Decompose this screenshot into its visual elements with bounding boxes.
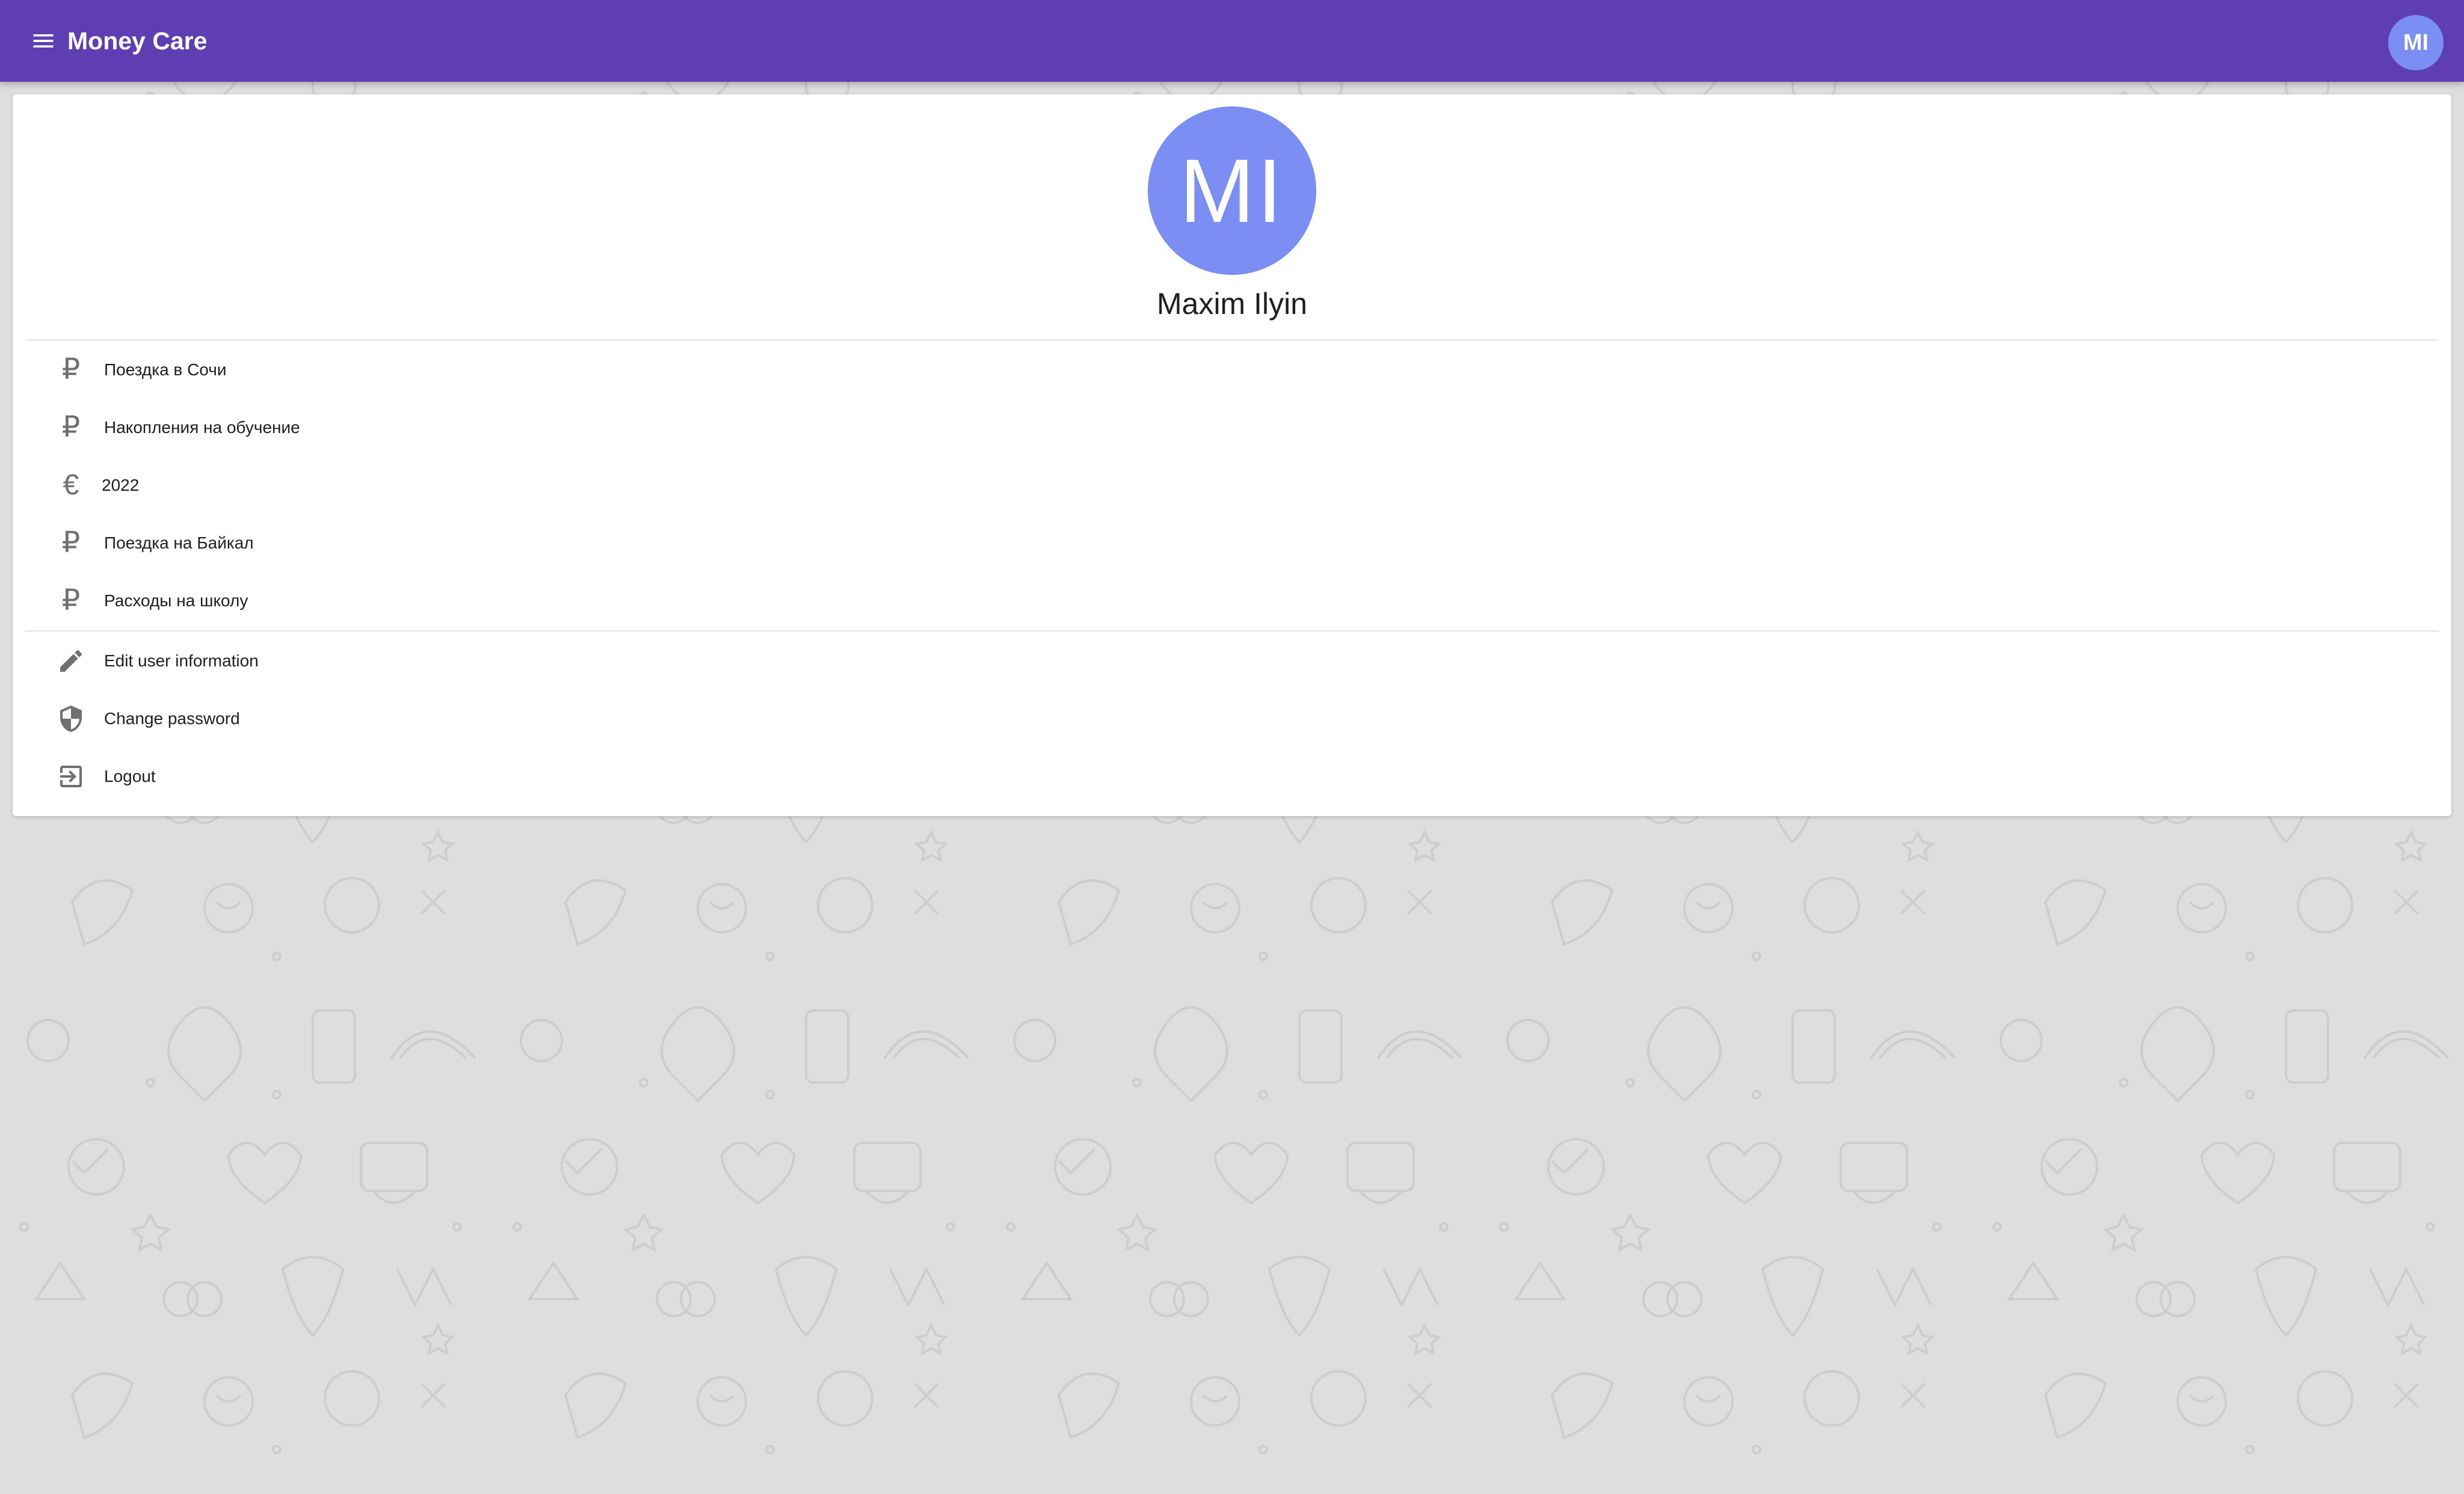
shield-icon <box>54 702 88 736</box>
edit-user-information-button[interactable]: Edit user information <box>25 632 2439 690</box>
account-item-label: Накопления на обучение <box>104 418 300 437</box>
ruble-icon: ₽ <box>61 411 81 443</box>
change-password-button[interactable]: Change password <box>25 690 2439 748</box>
account-item[interactable]: ₽ Поездка в Сочи <box>25 341 2439 399</box>
account-item[interactable]: € 2022 <box>25 456 2439 514</box>
ruble-icon: ₽ <box>61 585 81 616</box>
menu-button[interactable] <box>26 24 60 58</box>
menu-icon <box>33 34 54 48</box>
divider <box>25 339 2439 340</box>
account-item-label: Поездка в Сочи <box>104 360 227 379</box>
profile-avatar: MI <box>1148 106 1316 275</box>
pencil-icon <box>54 644 88 678</box>
account-item-label: Расходы на школу <box>104 591 248 610</box>
change-password-label: Change password <box>104 709 240 728</box>
divider <box>25 630 2439 632</box>
euro-icon: € <box>63 469 79 501</box>
logout-icon <box>54 760 88 793</box>
profile-card: MI Maxim Ilyin ₽ Поездка в Сочи ₽ Накопл… <box>13 94 2451 816</box>
account-item-label: Поездка на Байкал <box>104 533 254 552</box>
logout-button[interactable]: Logout <box>25 748 2439 805</box>
account-item[interactable]: ₽ Расходы на школу <box>25 572 2439 630</box>
app-bar: Money Care MI <box>0 0 2464 82</box>
app-title: Money Care <box>67 27 208 55</box>
profile-name: Maxim Ilyin <box>1156 287 1308 321</box>
account-item[interactable]: ₽ Поездка на Байкал <box>25 514 2439 572</box>
edit-user-information-label: Edit user information <box>104 651 259 670</box>
account-item[interactable]: ₽ Накопления на обучение <box>25 399 2439 456</box>
ruble-icon: ₽ <box>61 354 81 386</box>
user-avatar-button[interactable]: MI <box>2388 15 2444 70</box>
ruble-icon: ₽ <box>61 527 81 559</box>
account-item-label: 2022 <box>102 476 140 494</box>
logout-label: Logout <box>104 767 156 785</box>
